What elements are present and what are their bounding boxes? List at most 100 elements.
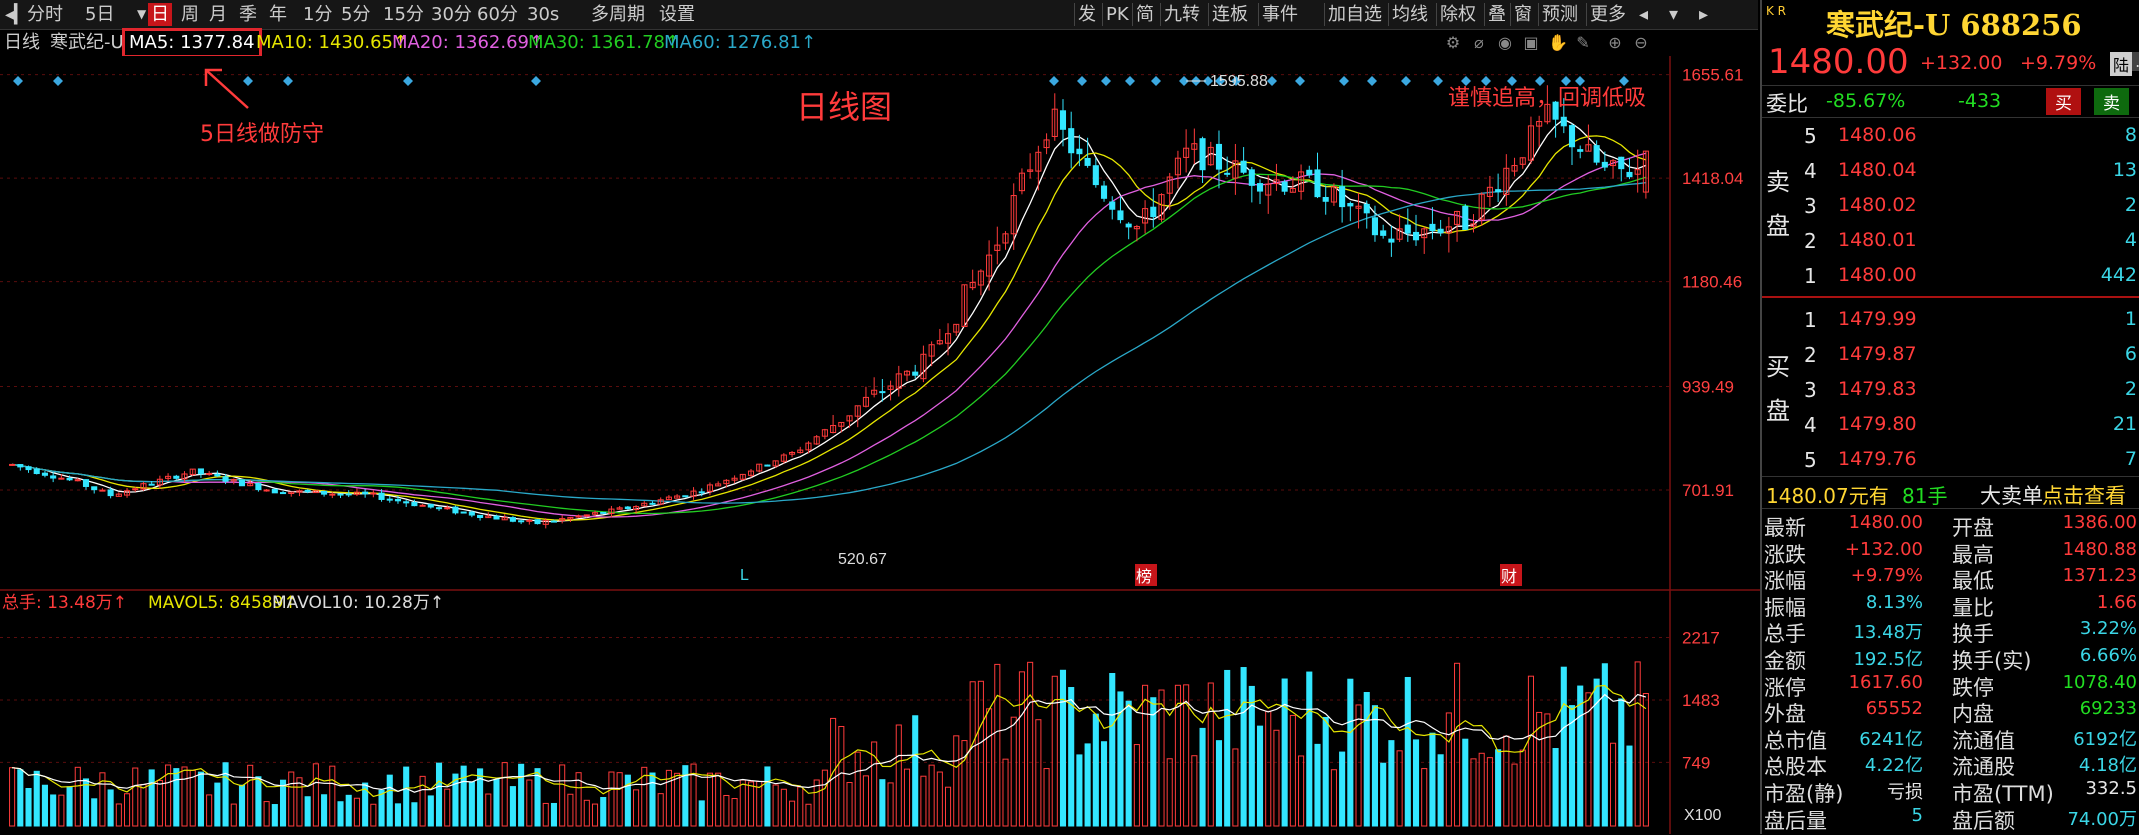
draw-icon[interactable]: ✎ [1574, 34, 1592, 52]
zoom-in-icon[interactable]: ⊕ [1606, 34, 1624, 52]
settings-icon[interactable]: ⚙ [1444, 34, 1462, 52]
stat-l2: 最低 [1952, 569, 1994, 594]
buy-button[interactable]: 买 [2046, 88, 2081, 115]
candle-body [1380, 230, 1387, 236]
period-tab-10[interactable]: 30分 [428, 3, 475, 26]
bid-vol: 1 [2124, 308, 2137, 330]
candle-body [238, 479, 246, 487]
volume-bar [1322, 716, 1329, 827]
tool-6[interactable]: 加自选 [1324, 3, 1385, 26]
candle-body [345, 493, 352, 496]
tool-2[interactable]: 简 [1132, 3, 1157, 26]
more-icon[interactable]: … [2132, 52, 2139, 71]
big-order-label: 大卖单 [1980, 484, 2043, 508]
candle-body [526, 519, 533, 522]
candle-body [132, 488, 139, 491]
ask-price: 1480.06 [1838, 124, 1917, 146]
tool-11[interactable]: 预测 [1538, 3, 1581, 26]
period-tab-3[interactable]: 周 [178, 3, 202, 26]
ask-lvl: 3 [1804, 194, 1817, 218]
volume-tick-label: 749 [1682, 753, 1710, 772]
stat-l2: 盘后额 [1952, 808, 2015, 833]
volume-bar [1100, 741, 1108, 827]
stat-l1: 总股本 [1764, 755, 1827, 780]
down-arrow-icon[interactable]: ▾ [1666, 3, 1681, 26]
period-tab-13[interactable]: 多周期 [588, 3, 648, 26]
volume-bar [222, 762, 229, 827]
candle-body [214, 473, 221, 477]
ma60-value: MA60: 1276.81↑ [664, 32, 817, 53]
candle-body [1109, 201, 1116, 210]
market-tag: 陆 [2110, 52, 2133, 76]
left-arrow-icon[interactable]: ◂ [1636, 3, 1651, 26]
eye-icon[interactable]: ◉ [1496, 34, 1514, 52]
stat-v1: +9.79% [1850, 565, 1923, 587]
bid-vol: 21 [2112, 413, 2137, 435]
period-tab-4[interactable]: 月 [206, 3, 230, 26]
tool-7[interactable]: 均线 [1388, 3, 1431, 26]
candle-body [1084, 157, 1091, 166]
period-tab-6[interactable]: 年 [266, 3, 290, 26]
period-tab-12[interactable]: 30s [524, 3, 562, 26]
tool-4[interactable]: 连板 [1208, 3, 1251, 26]
event-L-marker: L [740, 567, 749, 584]
ask-lvl: 1 [1804, 264, 1817, 288]
candle-body [386, 498, 393, 501]
right-arrow-icon[interactable]: ▸ [1696, 3, 1711, 26]
big-order-link[interactable]: 点击查看 [2042, 480, 2126, 510]
period-tab-7[interactable]: 1分 [300, 3, 335, 26]
tool-1[interactable]: PK [1102, 3, 1132, 26]
stat-v2: 3.22% [2079, 618, 2137, 640]
volume-bar [214, 782, 221, 827]
lock-icon[interactable]: ▣ [1522, 34, 1540, 52]
tool-8[interactable]: 除权 [1436, 3, 1479, 26]
bid-lvl: 5 [1804, 448, 1817, 472]
volume-bar [304, 796, 311, 827]
volume-bar [1150, 697, 1157, 827]
candle-body [1404, 224, 1411, 234]
hand-icon[interactable]: ✋ [1548, 34, 1568, 52]
quote-panel: K R 寒武纪-U 688256 1480.00 +132.00 +9.79% … [1760, 0, 2139, 834]
volume-bar [378, 789, 385, 827]
candle-body [419, 504, 426, 507]
volume-tick-label: 2217 [1682, 629, 1720, 648]
candle-body [1618, 156, 1625, 170]
candle-body [1429, 223, 1436, 232]
stat-v2: 4.18亿 [2078, 755, 2137, 777]
tool-10[interactable]: 窗 [1510, 3, 1535, 26]
attach-icon[interactable]: ⌀ [1470, 34, 1488, 52]
zoom-out-icon[interactable]: ⊖ [1632, 34, 1650, 52]
candle-body [444, 507, 451, 510]
tool-3[interactable]: 九转 [1160, 3, 1203, 26]
period-tab-0[interactable]: 分时 [24, 3, 66, 26]
volume-bar [1462, 738, 1469, 827]
sell-button[interactable]: 卖 [2094, 88, 2129, 115]
period-tab-8[interactable]: 5分 [338, 3, 373, 26]
volume-bar [321, 794, 328, 827]
ma5-value: MA5: 1377.84 [122, 28, 262, 58]
period-tab-9[interactable]: 15分 [380, 3, 427, 26]
price-change: +132.00 [1920, 52, 2003, 74]
tool-5[interactable]: 事件 [1258, 3, 1301, 26]
period-tab-14[interactable]: 设置 [656, 3, 698, 26]
period-tab-1[interactable]: 5日 [82, 3, 117, 26]
period-tab-11[interactable]: 60分 [474, 3, 521, 26]
candle-body [583, 514, 590, 517]
period-tab-2[interactable]: 日 [148, 3, 172, 26]
period-tab-5[interactable]: 季 [236, 3, 260, 26]
stat-v2: 1480.88 [2062, 538, 2137, 560]
tool-12[interactable]: 更多 [1586, 3, 1629, 26]
tool-9[interactable]: 叠 [1484, 3, 1509, 26]
candle-body [197, 468, 204, 475]
stat-l2: 流通股 [1952, 755, 2015, 780]
volume-bar [649, 772, 656, 827]
kline-chart[interactable]: 1655.61 1418.04 1180.46 939.49 701.91 2217 148… [0, 56, 1760, 834]
candle-body [263, 489, 270, 492]
candle-body [1059, 110, 1067, 130]
volume-bar [1109, 673, 1116, 827]
ask-price: 1480.04 [1838, 159, 1917, 181]
dropdown-icon[interactable]: ▼ [134, 3, 149, 26]
tool-0[interactable]: 发 [1074, 3, 1099, 26]
bid-vol: 6 [2124, 343, 2137, 365]
volume-bar [509, 786, 516, 827]
